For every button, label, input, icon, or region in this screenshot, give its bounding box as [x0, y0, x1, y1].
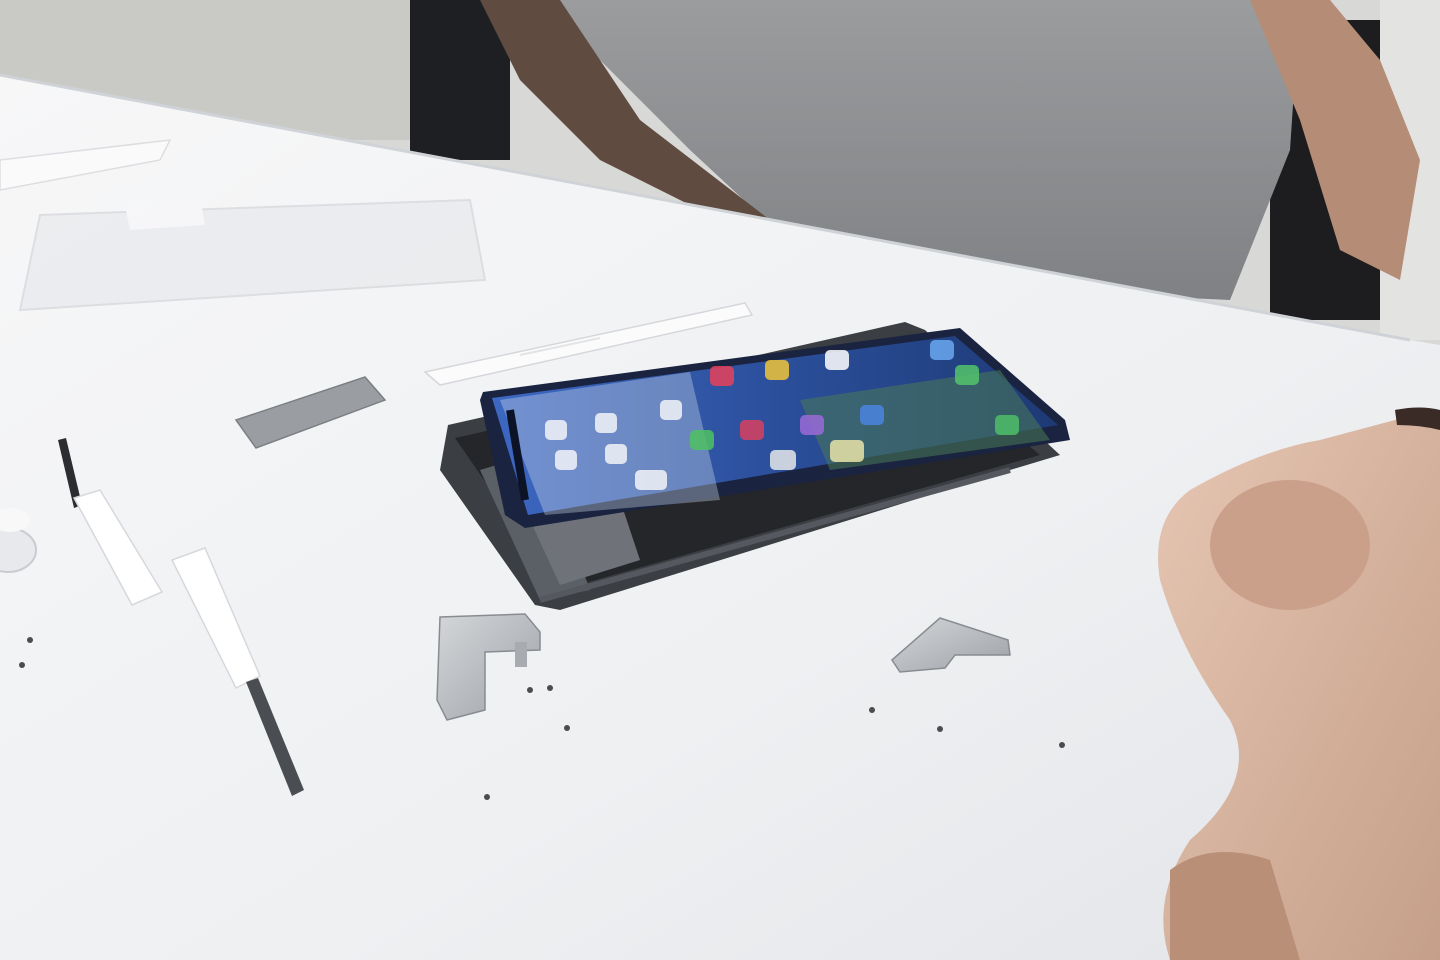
photo-scene	[0, 0, 1440, 960]
